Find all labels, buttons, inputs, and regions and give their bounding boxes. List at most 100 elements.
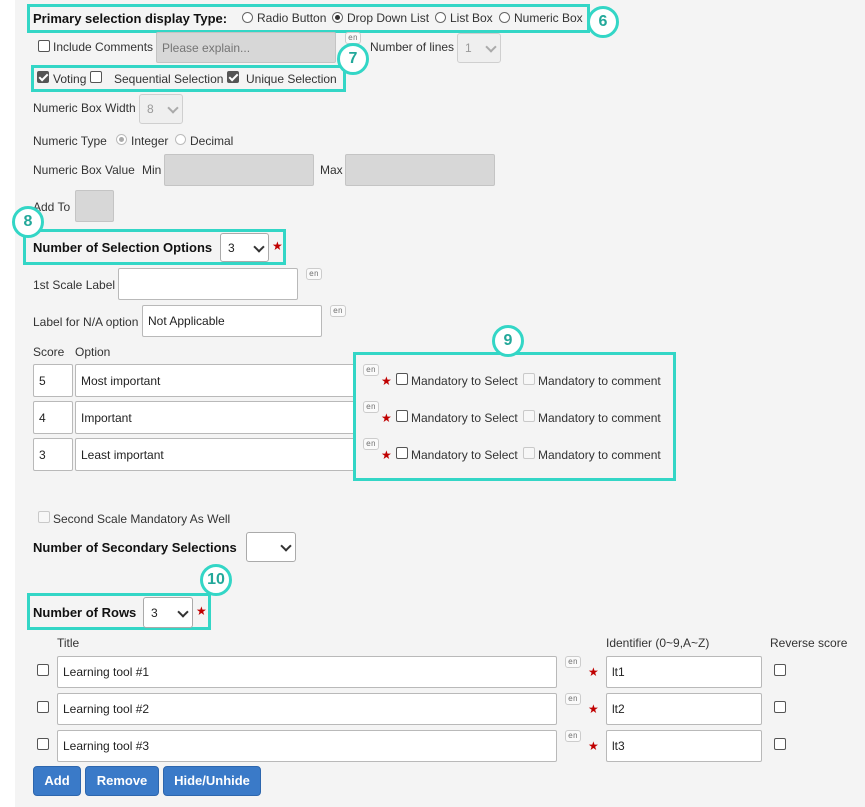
include-comments-checkbox[interactable] — [38, 40, 50, 52]
required-star-icon: ★ — [381, 374, 392, 388]
list-box-radio[interactable] — [435, 12, 446, 23]
drop-down-list-label: Drop Down List — [347, 11, 430, 25]
chevron-down-icon — [485, 41, 497, 53]
row-1-identifier-input[interactable] — [606, 656, 762, 688]
row-2-title-input[interactable] — [57, 693, 557, 725]
reverse-score-header: Reverse score — [770, 636, 848, 650]
callout-badge-6: 6 — [587, 6, 619, 38]
sequential-selection-checkbox[interactable] — [90, 71, 102, 83]
na-option-input[interactable] — [142, 305, 322, 337]
voting-checkbox[interactable] — [37, 71, 49, 83]
row-2-select-checkbox[interactable] — [37, 701, 49, 713]
title-header: Title — [57, 636, 80, 650]
row-3-select-checkbox[interactable] — [37, 738, 49, 750]
first-scale-label: 1st Scale Label — [33, 278, 116, 292]
numeric-box-value-label: Numeric Box Value — [33, 163, 135, 177]
required-star-icon: ★ — [381, 448, 392, 462]
number-of-lines-value: 1 — [465, 41, 472, 55]
unique-selection-checkbox[interactable] — [227, 71, 239, 83]
min-input[interactable] — [164, 154, 314, 186]
row-3-lang-tag[interactable]: en — [565, 730, 581, 742]
chevron-down-icon — [280, 540, 292, 552]
number-of-rows-label: Number of Rows — [33, 605, 137, 620]
option-1-text-input[interactable] — [75, 364, 355, 397]
voting-label: Voting — [53, 72, 87, 86]
number-of-lines-select[interactable]: 1 — [457, 33, 501, 63]
secondary-selections-select[interactable] — [246, 532, 296, 562]
number-of-lines-label: Number of lines — [370, 40, 455, 54]
row-2-reverse-score-checkbox[interactable] — [774, 701, 786, 713]
option-2-mandatory-select-checkbox[interactable] — [396, 410, 408, 422]
option-header: Option — [75, 345, 111, 359]
selection-options-select[interactable]: 3 — [220, 233, 269, 262]
option-2-mandatory-comment-checkbox[interactable] — [523, 410, 535, 422]
required-star-icon: ★ — [381, 411, 392, 425]
option-1-mandatory-select-checkbox[interactable] — [396, 373, 408, 385]
callout-badge-8: 8 — [12, 206, 44, 238]
first-scale-lang-tag[interactable]: en — [306, 268, 322, 280]
required-star-icon: ★ — [196, 604, 207, 618]
mandatory-comment-label: Mandatory to comment — [538, 374, 661, 388]
chevron-down-icon — [177, 605, 189, 618]
option-3-mandatory-comment-checkbox[interactable] — [523, 447, 535, 459]
display-type-label: Primary selection display Type: — [33, 11, 228, 26]
callout-badge-7: 7 — [337, 43, 369, 75]
decimal-radio[interactable] — [175, 134, 186, 145]
second-scale-mandatory-checkbox[interactable] — [38, 511, 50, 523]
row-1-select-checkbox[interactable] — [37, 664, 49, 676]
max-input[interactable] — [345, 154, 495, 186]
row-3-reverse-score-checkbox[interactable] — [774, 738, 786, 750]
drop-down-list-radio[interactable] — [332, 12, 343, 23]
integer-radio[interactable] — [116, 134, 127, 145]
mandatory-comment-label: Mandatory to comment — [538, 411, 661, 425]
required-star-icon: ★ — [588, 739, 599, 753]
row-3-identifier-input[interactable] — [606, 730, 762, 762]
numeric-box-label: Numeric Box — [514, 11, 583, 25]
row-2-identifier-input[interactable] — [606, 693, 762, 725]
chevron-down-icon — [167, 102, 179, 114]
numeric-box-width-select[interactable]: 8 — [139, 94, 183, 124]
row-3-title-input[interactable] — [57, 730, 557, 762]
score-header: Score — [33, 345, 65, 359]
number-of-rows-value: 3 — [151, 605, 158, 620]
option-1-score-input[interactable] — [33, 364, 73, 397]
min-label: Min — [142, 163, 162, 177]
numeric-box-width-label: Numeric Box Width — [33, 101, 136, 115]
first-scale-input[interactable] — [118, 268, 298, 300]
na-option-label: Label for N/A option — [33, 315, 139, 329]
list-box-label: List Box — [450, 11, 493, 25]
option-3-mandatory-select-checkbox[interactable] — [396, 447, 408, 459]
option-3-score-input[interactable] — [33, 438, 73, 471]
row-2-lang-tag[interactable]: en — [565, 693, 581, 705]
selection-options-value: 3 — [228, 240, 235, 255]
row-1-title-input[interactable] — [57, 656, 557, 688]
row-1-lang-tag[interactable]: en — [565, 656, 581, 668]
mandatory-comment-label: Mandatory to comment — [538, 448, 661, 462]
radio-button-label: Radio Button — [257, 11, 327, 25]
option-3-text-input[interactable] — [75, 438, 355, 471]
option-2-score-input[interactable] — [33, 401, 73, 434]
hide-unhide-button[interactable]: Hide/Unhide — [163, 766, 261, 796]
remove-button[interactable]: Remove — [85, 766, 159, 796]
comments-placeholder-input[interactable] — [156, 32, 336, 63]
include-comments-label: Include Comments — [53, 40, 154, 54]
row-1-reverse-score-checkbox[interactable] — [774, 664, 786, 676]
selection-options-label: Number of Selection Options — [33, 240, 213, 255]
na-option-lang-tag[interactable]: en — [330, 305, 346, 317]
required-star-icon: ★ — [272, 239, 283, 253]
integer-label: Integer — [131, 134, 169, 148]
decimal-label: Decimal — [190, 134, 234, 148]
add-to-button[interactable] — [75, 190, 114, 222]
option-2-text-input[interactable] — [75, 401, 355, 434]
unique-selection-label: Unique Selection — [246, 72, 337, 86]
secondary-selections-label: Number of Secondary Selections — [33, 540, 237, 555]
second-scale-mandatory-label: Second Scale Mandatory As Well — [53, 512, 231, 526]
number-of-rows-select[interactable]: 3 — [143, 597, 193, 628]
option-1-mandatory-comment-checkbox[interactable] — [523, 373, 535, 385]
numeric-box-radio[interactable] — [499, 12, 510, 23]
chevron-down-icon — [253, 240, 265, 253]
add-button[interactable]: Add — [33, 766, 81, 796]
mandatory-select-label: Mandatory to Select — [411, 411, 518, 425]
radio-button-radio[interactable] — [242, 12, 253, 23]
required-star-icon: ★ — [588, 665, 599, 679]
